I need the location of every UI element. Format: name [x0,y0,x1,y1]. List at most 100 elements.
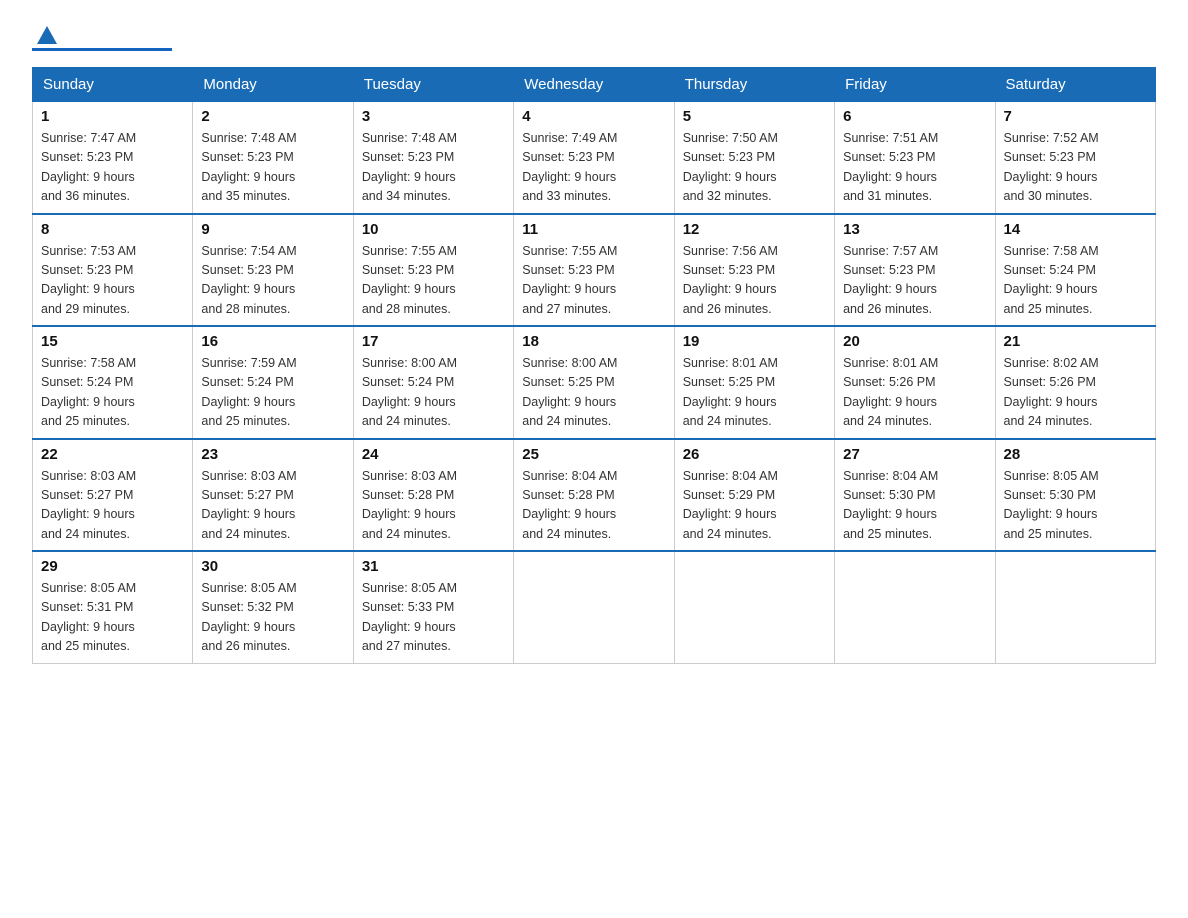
calendar-cell: 30 Sunrise: 8:05 AMSunset: 5:32 PMDayligh… [193,551,353,663]
calendar-week-3: 15 Sunrise: 7:58 AMSunset: 5:24 PMDayligh… [33,326,1156,439]
calendar-cell: 6Sunrise: 7:51 AMSunset: 5:23 PMDaylight… [835,102,995,214]
day-info: Sunrise: 8:05 AMSunset: 5:31 PMDaylight:… [41,579,184,657]
calendar-cell [835,551,995,663]
calendar-week-2: 8 Sunrise: 7:53 AMSunset: 5:23 PMDaylight… [33,214,1156,327]
day-info: Sunrise: 8:01 AMSunset: 5:26 PMDaylight:… [843,354,986,432]
day-info: Sunrise: 7:48 AMSunset: 5:23 PMDaylight:… [362,129,505,207]
calendar-week-1: 1 Sunrise: 7:47 AMSunset: 5:23 PMDaylight… [33,102,1156,214]
day-number: 20 [843,333,986,350]
calendar-cell: 16Sunrise: 7:59 AMSunset: 5:24 PMDayligh… [193,326,353,439]
calendar-cell: 24 Sunrise: 8:03 AMSunset: 5:28 PMDayligh… [353,439,513,552]
page-header [32,24,1156,51]
calendar-cell: 15 Sunrise: 7:58 AMSunset: 5:24 PMDayligh… [33,326,193,439]
calendar-cell: 13Sunrise: 7:57 AMSunset: 5:23 PMDayligh… [835,214,995,327]
logo-underline [32,48,172,51]
calendar-cell: 7 Sunrise: 7:52 AMSunset: 5:23 PMDaylight… [995,102,1155,214]
calendar-cell [674,551,834,663]
day-info: Sunrise: 7:50 AMSunset: 5:23 PMDaylight:… [683,129,826,207]
calendar-cell: 19Sunrise: 8:01 AMSunset: 5:25 PMDayligh… [674,326,834,439]
day-number: 28 [1004,446,1147,463]
calendar-cell: 10 Sunrise: 7:55 AMSunset: 5:23 PMDayligh… [353,214,513,327]
col-header-wednesday: Wednesday [514,68,674,102]
day-info: Sunrise: 7:53 AMSunset: 5:23 PMDaylight:… [41,242,184,320]
day-info: Sunrise: 7:58 AMSunset: 5:24 PMDaylight:… [41,354,184,432]
calendar-cell: 18 Sunrise: 8:00 AMSunset: 5:25 PMDayligh… [514,326,674,439]
col-header-saturday: Saturday [995,68,1155,102]
day-info: Sunrise: 7:52 AMSunset: 5:23 PMDaylight:… [1004,129,1147,207]
day-number: 17 [362,333,505,350]
day-info: Sunrise: 8:05 AMSunset: 5:32 PMDaylight:… [201,579,344,657]
calendar-cell: 20 Sunrise: 8:01 AMSunset: 5:26 PMDayligh… [835,326,995,439]
day-number: 26 [683,446,826,463]
day-number: 31 [362,558,505,575]
calendar-cell: 2 Sunrise: 7:48 AMSunset: 5:23 PMDaylight… [193,102,353,214]
day-info: Sunrise: 8:00 AMSunset: 5:24 PMDaylight:… [362,354,505,432]
day-number: 10 [362,221,505,238]
day-number: 25 [522,446,665,463]
day-number: 29 [41,558,184,575]
day-number: 23 [201,446,344,463]
calendar-table: SundayMondayTuesdayWednesdayThursdayFrid… [32,67,1156,664]
day-info: Sunrise: 7:59 AMSunset: 5:24 PMDaylight:… [201,354,344,432]
calendar-cell: 21Sunrise: 8:02 AMSunset: 5:26 PMDayligh… [995,326,1155,439]
day-info: Sunrise: 7:54 AMSunset: 5:23 PMDaylight:… [201,242,344,320]
day-info: Sunrise: 7:57 AMSunset: 5:23 PMDaylight:… [843,242,986,320]
day-number: 7 [1004,108,1147,125]
day-number: 19 [683,333,826,350]
calendar-cell [995,551,1155,663]
day-info: Sunrise: 7:56 AMSunset: 5:23 PMDaylight:… [683,242,826,320]
day-number: 22 [41,446,184,463]
day-number: 18 [522,333,665,350]
col-header-friday: Friday [835,68,995,102]
calendar-cell: 22Sunrise: 8:03 AMSunset: 5:27 PMDayligh… [33,439,193,552]
day-info: Sunrise: 7:58 AMSunset: 5:24 PMDaylight:… [1004,242,1147,320]
calendar-cell: 9 Sunrise: 7:54 AMSunset: 5:23 PMDaylight… [193,214,353,327]
calendar-cell: 26Sunrise: 8:04 AMSunset: 5:29 PMDayligh… [674,439,834,552]
calendar-cell: 31Sunrise: 8:05 AMSunset: 5:33 PMDayligh… [353,551,513,663]
day-number: 14 [1004,221,1147,238]
day-number: 4 [522,108,665,125]
day-number: 27 [843,446,986,463]
day-info: Sunrise: 8:04 AMSunset: 5:28 PMDaylight:… [522,467,665,545]
day-info: Sunrise: 7:48 AMSunset: 5:23 PMDaylight:… [201,129,344,207]
day-info: Sunrise: 7:49 AMSunset: 5:23 PMDaylight:… [522,129,665,207]
calendar-week-5: 29 Sunrise: 8:05 AMSunset: 5:31 PMDayligh… [33,551,1156,663]
day-number: 1 [41,108,184,125]
day-info: Sunrise: 7:47 AMSunset: 5:23 PMDaylight:… [41,129,184,207]
day-info: Sunrise: 8:04 AMSunset: 5:30 PMDaylight:… [843,467,986,545]
day-number: 8 [41,221,184,238]
day-info: Sunrise: 7:55 AMSunset: 5:23 PMDaylight:… [362,242,505,320]
calendar-cell: 25 Sunrise: 8:04 AMSunset: 5:28 PMDayligh… [514,439,674,552]
calendar-cell: 5 Sunrise: 7:50 AMSunset: 5:23 PMDaylight… [674,102,834,214]
day-info: Sunrise: 7:55 AMSunset: 5:23 PMDaylight:… [522,242,665,320]
day-number: 15 [41,333,184,350]
calendar-cell: 8 Sunrise: 7:53 AMSunset: 5:23 PMDaylight… [33,214,193,327]
day-number: 3 [362,108,505,125]
day-number: 21 [1004,333,1147,350]
col-header-sunday: Sunday [33,68,193,102]
calendar-week-4: 22 Sunrise: 8:03 AMSunset: 5:27 PMDayligh… [33,439,1156,552]
day-info: Sunrise: 8:03 AMSunset: 5:28 PMDaylight:… [362,467,505,545]
col-header-monday: Monday [193,68,353,102]
calendar-cell: 27 Sunrise: 8:04 AMSunset: 5:30 PMDayligh… [835,439,995,552]
day-number: 9 [201,221,344,238]
day-number: 5 [683,108,826,125]
calendar-cell: 17 Sunrise: 8:00 AMSunset: 5:24 PMDayligh… [353,326,513,439]
calendar-cell: 4 Sunrise: 7:49 AMSunset: 5:23 PMDaylight… [514,102,674,214]
calendar-cell: 12 Sunrise: 7:56 AMSunset: 5:23 PMDayligh… [674,214,834,327]
calendar-cell: 23 Sunrise: 8:03 AMSunset: 5:27 PMDayligh… [193,439,353,552]
day-info: Sunrise: 7:51 AMSunset: 5:23 PMDaylight:… [843,129,986,207]
day-number: 2 [201,108,344,125]
day-info: Sunrise: 8:05 AMSunset: 5:30 PMDaylight:… [1004,467,1147,545]
calendar-cell: 29 Sunrise: 8:05 AMSunset: 5:31 PMDayligh… [33,551,193,663]
calendar-header-row: SundayMondayTuesdayWednesdayThursdayFrid… [33,68,1156,102]
calendar-cell: 1 Sunrise: 7:47 AMSunset: 5:23 PMDaylight… [33,102,193,214]
day-info: Sunrise: 8:00 AMSunset: 5:25 PMDaylight:… [522,354,665,432]
day-number: 24 [362,446,505,463]
calendar-cell: 3 Sunrise: 7:48 AMSunset: 5:23 PMDaylight… [353,102,513,214]
calendar-cell [514,551,674,663]
day-number: 12 [683,221,826,238]
day-number: 30 [201,558,344,575]
day-info: Sunrise: 8:03 AMSunset: 5:27 PMDaylight:… [201,467,344,545]
logo [32,24,172,51]
